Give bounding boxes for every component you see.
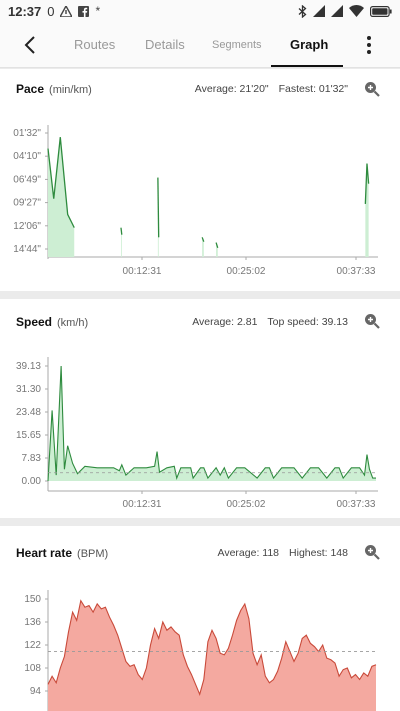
pace-area-segment (48, 137, 75, 257)
signal-icon-2 (331, 5, 343, 17)
speed-chart: 0.00 7.83 15.65 23.48 31.30 39.13 00:12:31 00:2… (0, 299, 400, 518)
speed-y-tick: 23.48 (16, 407, 41, 418)
settings-asterisk-icon: * (95, 4, 101, 18)
pace-line-segment (120, 227, 123, 235)
speed-area (48, 366, 376, 481)
speed-y-tick: 0.00 (22, 476, 42, 487)
bluetooth-icon (298, 4, 307, 18)
heart-y-tick: 108 (24, 663, 41, 674)
heart-y-tick: 136 (24, 617, 41, 628)
speed-x-tick: 00:37:33 (337, 499, 376, 510)
speed-line (47, 365, 376, 482)
heart-y-tick: 150 (24, 594, 41, 605)
back-button[interactable] (18, 32, 44, 58)
pace-y-tick: 14'44" (13, 244, 41, 255)
pace-y-tick: 12'06" (13, 221, 41, 232)
speed-y-tick: 7.83 (22, 453, 42, 464)
tab-graph[interactable]: Graph (290, 37, 328, 52)
speed-svg: 0.00 7.83 15.65 23.48 31.30 39.13 00:12:31 00:2… (16, 357, 378, 510)
clock: 12:37 (8, 3, 42, 19)
pace-card: Pace (min/km) Average: 21'20" Fastest: 01'… (0, 69, 400, 291)
more-vertical-icon (367, 36, 371, 54)
pace-y-tick: 06'49" (13, 174, 41, 185)
pace-x-tick: 00:12:31 (123, 266, 162, 277)
pace-y-tick: 04'10" (13, 151, 41, 162)
pace-x-tick: 00:25:02 (227, 266, 266, 277)
pace-y-tick: 01'32" (13, 128, 41, 139)
facebook-icon (78, 5, 90, 17)
signal-icon (313, 5, 325, 17)
tab-details[interactable]: Details (145, 37, 185, 52)
more-menu-button[interactable] (362, 34, 376, 56)
back-arrow-icon (24, 36, 35, 54)
pace-line-segment (157, 177, 160, 238)
heart-rate-card: Heart rate (BPM) Average: 118 Highest: 148… (0, 526, 400, 711)
top-nav: Routes Details Segments Graph (0, 22, 400, 68)
speed-card: Speed (km/h) Average: 2.81 Top speed: 39.1… (0, 299, 400, 518)
battery-icon (370, 5, 392, 17)
speed-y-tick: 31.30 (16, 384, 41, 395)
active-tab-indicator (271, 65, 343, 67)
pace-chart: 01'32" 04'10" 06'49" 09'27" 12'06" 14'44" 00:1… (0, 69, 400, 291)
heart-rate-chart: 94 108 122 136 150 (0, 526, 400, 711)
notification-count: 0 (47, 3, 55, 19)
speed-x-tick: 00:25:02 (227, 499, 266, 510)
pace-x-tick: 00:37:33 (337, 266, 376, 277)
heart-y-tick: 94 (30, 686, 42, 697)
speed-x-tick: 00:12:31 (123, 499, 162, 510)
tab-routes[interactable]: Routes (74, 37, 115, 52)
tab-segments[interactable]: Segments (212, 39, 262, 51)
alert-icon (60, 5, 73, 17)
heart-y-tick: 122 (24, 640, 41, 651)
heart-svg: 94 108 122 136 150 (24, 590, 377, 711)
pace-y-tick: 09'27" (13, 198, 41, 209)
speed-y-tick: 39.13 (16, 361, 41, 372)
wifi-icon (349, 5, 364, 17)
speed-y-tick: 15.65 (16, 430, 41, 441)
heart-area (48, 600, 376, 711)
pace-svg: 01'32" 04'10" 06'49" 09'27" 12'06" 14'44" 00:1… (13, 125, 378, 277)
status-bar: 12:37 0 * (0, 0, 400, 22)
